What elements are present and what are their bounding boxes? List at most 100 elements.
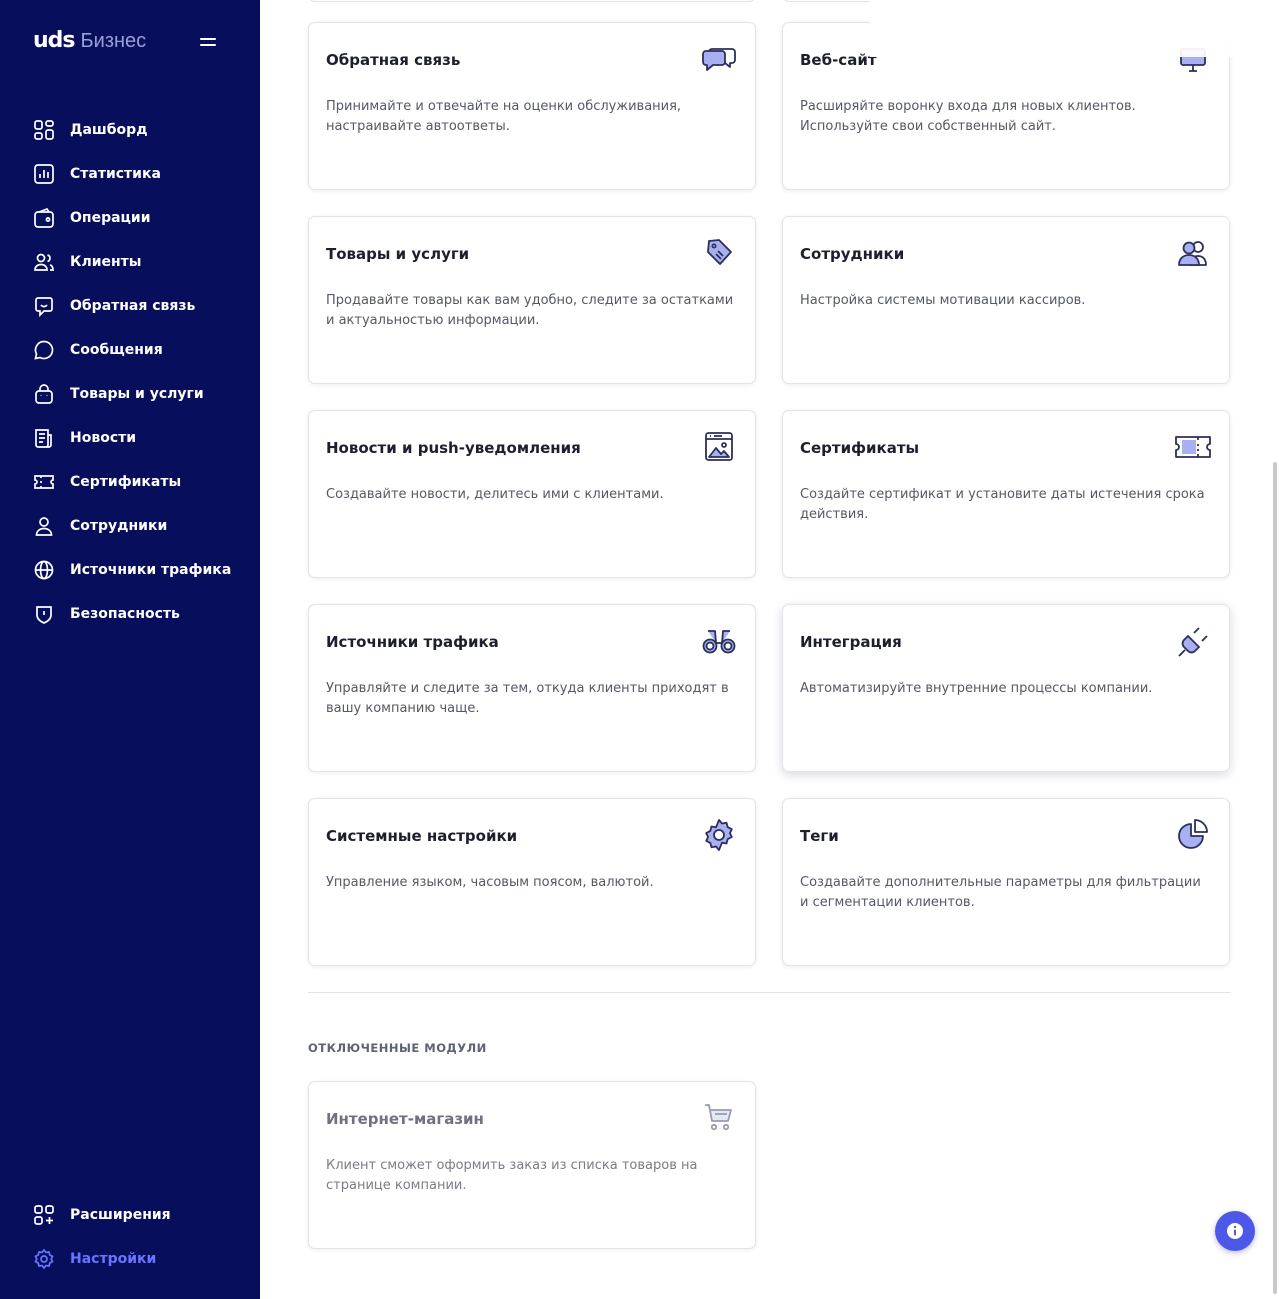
operations-icon xyxy=(33,207,55,229)
gear-icon xyxy=(699,817,739,853)
sidebar-item-products[interactable]: Товары и услуги xyxy=(0,372,260,416)
scrollbar[interactable] xyxy=(1273,462,1277,1294)
module-card-system-settings[interactable]: Системные настройки Управление языком, ч… xyxy=(308,798,756,966)
card-title: Теги xyxy=(800,827,839,845)
sidebar-item-statistics[interactable]: Статистика xyxy=(0,152,260,196)
dashboard-icon xyxy=(33,119,55,141)
sidebar-item-label: Новости xyxy=(70,430,137,446)
sidebar-item-messages[interactable]: Сообщения xyxy=(0,328,260,372)
card-title: Веб-сайт xyxy=(800,51,877,69)
card-title: Системные настройки xyxy=(326,827,518,845)
sidebar-item-label: Сертификаты xyxy=(70,474,182,490)
module-card-products[interactable]: Товары и услуги Продавайте товары как ва… xyxy=(308,216,756,384)
card-title: Интернет-магазин xyxy=(326,1110,484,1128)
sidebar-nav: Дашборд Статистика Операции Клиенты Обра… xyxy=(0,108,260,636)
chat-bubbles-icon xyxy=(699,41,739,77)
ticket-icon xyxy=(33,471,55,493)
card-description: Создавайте дополнительные параметры для … xyxy=(800,875,1201,910)
sidebar-item-news[interactable]: Новости xyxy=(0,416,260,460)
card-description: Принимайте и отвечайте на оценки обслужи… xyxy=(326,99,682,134)
bag-icon xyxy=(33,383,55,405)
app-root: uds Бизнес Дашборд Статистика Операции К… xyxy=(0,0,1279,1299)
extensions-icon xyxy=(33,1204,55,1226)
sidebar-item-extensions[interactable]: Расширения xyxy=(0,1193,260,1237)
sidebar-item-label: Операции xyxy=(70,210,151,226)
statistics-icon xyxy=(33,163,55,185)
sidebar-item-label: Источники трафика xyxy=(70,562,232,578)
card-title: Источники трафика xyxy=(326,633,499,651)
card-description: Продавайте товары как вам удобно, следит… xyxy=(326,293,734,328)
logo[interactable]: uds Бизнес xyxy=(33,28,146,53)
sidebar-item-traffic[interactable]: Источники трафика xyxy=(0,548,260,592)
card-description: Создайте сертификат и установите даты ис… xyxy=(800,487,1205,522)
logo-subtitle: Бизнес xyxy=(80,30,147,52)
sidebar-item-label: Сотрудники xyxy=(70,518,168,534)
sidebar-item-label: Настройки xyxy=(70,1251,157,1267)
sidebar-item-feedback[interactable]: Обратная связь xyxy=(0,284,260,328)
section-divider xyxy=(308,992,1231,993)
card-description: Управление языком, часовым поясом, валют… xyxy=(326,875,654,890)
shield-icon xyxy=(33,603,55,625)
settings-icon xyxy=(33,1248,55,1270)
card-description: Расширяйте воронку входа для новых клиен… xyxy=(800,99,1136,134)
sidebar-bottom-nav: Расширения Настройки xyxy=(0,1193,260,1281)
card-description: Клиент сможет оформить заказ из списка т… xyxy=(326,1158,698,1193)
certificate-ticket-icon xyxy=(1173,429,1213,465)
card-title: Обратная связь xyxy=(326,51,461,69)
user-icon xyxy=(33,515,55,537)
plug-icon xyxy=(1173,623,1213,659)
disabled-modules-heading: ОТКЛЮЧЕННЫЕ МОДУЛИ xyxy=(308,1041,487,1055)
sidebar-item-label: Расширения xyxy=(70,1207,171,1223)
module-card-traffic[interactable]: Источники трафика Управляйте и следите з… xyxy=(308,604,756,772)
card-description: Автоматизируйте внутренние процессы комп… xyxy=(800,681,1153,696)
card-stub xyxy=(308,0,756,2)
card-description: Управляйте и следите за тем, откуда клие… xyxy=(326,681,729,716)
clients-icon xyxy=(33,251,55,273)
news-icon xyxy=(33,427,55,449)
employees-icon xyxy=(1173,235,1213,271)
sidebar-item-label: Клиенты xyxy=(70,254,142,270)
main-content: Обратная связь Принимайте и отвечайте на… xyxy=(260,0,1279,1299)
image-window-icon xyxy=(699,429,739,465)
sidebar-item-clients[interactable]: Клиенты xyxy=(0,240,260,284)
module-card-employees[interactable]: Сотрудники Настройка системы мотивации к… xyxy=(782,216,1230,384)
blurred-overlay xyxy=(870,0,1245,57)
cart-icon xyxy=(699,1100,739,1136)
info-icon xyxy=(1227,1223,1243,1239)
card-title: Интеграция xyxy=(800,633,902,651)
module-card-tags[interactable]: Теги Создавайте дополнительные параметры… xyxy=(782,798,1230,966)
sidebar-item-employees[interactable]: Сотрудники xyxy=(0,504,260,548)
module-card-news[interactable]: Новости и push-уведомления Создавайте но… xyxy=(308,410,756,578)
sidebar-item-certificates[interactable]: Сертификаты xyxy=(0,460,260,504)
sidebar-item-label: Безопасность xyxy=(70,606,180,622)
logo-mark: uds xyxy=(33,28,76,53)
sidebar-item-label: Сообщения xyxy=(70,342,163,358)
sidebar-item-label: Статистика xyxy=(70,166,161,182)
messages-icon xyxy=(33,339,55,361)
sidebar-item-dashboard[interactable]: Дашборд xyxy=(0,108,260,152)
card-title: Сертификаты xyxy=(800,439,920,457)
sidebar-item-settings[interactable]: Настройки xyxy=(0,1237,260,1281)
sidebar-item-security[interactable]: Безопасность xyxy=(0,592,260,636)
sidebar: uds Бизнес Дашборд Статистика Операции К… xyxy=(0,0,260,1299)
card-description: Создавайте новости, делитесь ими с клиен… xyxy=(326,487,664,502)
feedback-icon xyxy=(33,295,55,317)
price-tag-icon xyxy=(699,235,739,271)
sidebar-item-label: Товары и услуги xyxy=(70,386,204,402)
card-description: Настройка системы мотивации кассиров. xyxy=(800,293,1086,308)
menu-toggle-icon[interactable] xyxy=(200,37,216,47)
pie-chart-icon xyxy=(1173,817,1213,853)
card-title: Новости и push-уведомления xyxy=(326,439,581,457)
binoculars-icon xyxy=(699,623,739,659)
sidebar-item-label: Дашборд xyxy=(70,122,148,138)
module-card-integration[interactable]: Интеграция Автоматизируйте внутренние пр… xyxy=(782,604,1230,772)
sidebar-item-label: Обратная связь xyxy=(70,298,196,314)
module-card-feedback[interactable]: Обратная связь Принимайте и отвечайте на… xyxy=(308,22,756,190)
module-card-certificates[interactable]: Сертификаты Создайте сертификат и устано… xyxy=(782,410,1230,578)
info-button[interactable] xyxy=(1215,1211,1255,1251)
card-title: Товары и услуги xyxy=(326,245,470,263)
sidebar-item-operations[interactable]: Операции xyxy=(0,196,260,240)
globe-icon xyxy=(33,559,55,581)
module-card-online-store[interactable]: Интернет-магазин Клиент сможет оформить … xyxy=(308,1081,756,1249)
card-title: Сотрудники xyxy=(800,245,905,263)
